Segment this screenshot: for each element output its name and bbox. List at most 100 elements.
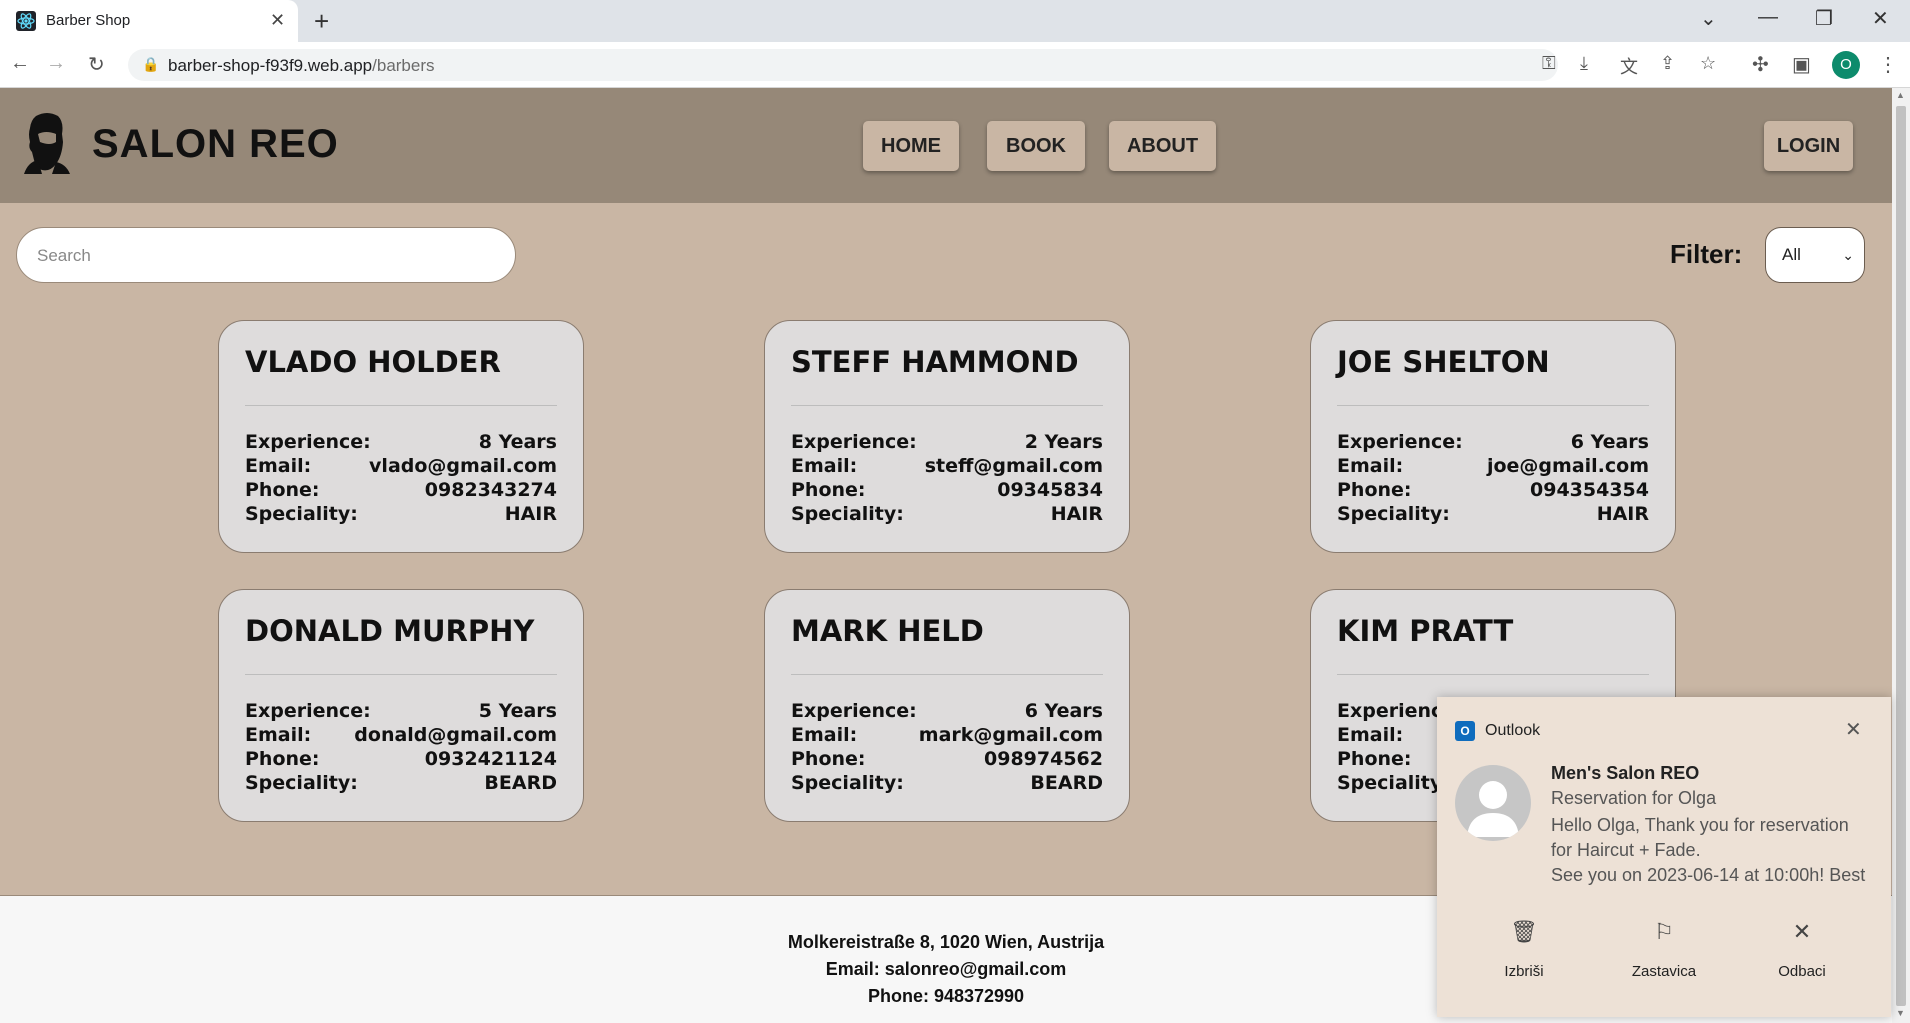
email-row: Email: donald@gmail.com (245, 724, 557, 748)
experience-row: Experience: 2 Years (791, 431, 1103, 455)
page-scrollbar[interactable]: ▲ ▼ (1892, 88, 1910, 1023)
phone-value: 0982343274 (424, 479, 557, 501)
side-panel-icon[interactable]: ▣ (1792, 52, 1811, 77)
chrome-menu-icon[interactable]: ⋮ (1878, 52, 1898, 77)
card-divider (791, 405, 1103, 406)
phone-label: Phone: (245, 479, 320, 501)
scroll-down-icon[interactable]: ▼ (1896, 1008, 1905, 1018)
speciality-row: Speciality: HAIR (1337, 503, 1649, 527)
barber-card[interactable]: STEFF HAMMOND Experience: 2 Years Email: s… (764, 320, 1130, 553)
phone-label: Phone: (1337, 748, 1412, 770)
nav-about-button[interactable]: ABOUT (1109, 121, 1216, 171)
email-value: mark@gmail.com (918, 724, 1103, 746)
password-key-icon[interactable]: ⚿ (1542, 53, 1556, 74)
tab-search-chevron-icon[interactable]: ⌄ (1700, 6, 1717, 31)
nav-book-button[interactable]: BOOK (987, 121, 1085, 171)
phone-row: Phone: 094354354 (1337, 479, 1649, 503)
experience-row: Experience: 6 Years (1337, 431, 1649, 455)
tab-close-icon[interactable]: ✕ (270, 10, 285, 31)
address-bar: ← → ↻ 🔒 barber-shop-f93f9.web.app/barber… (0, 42, 1910, 88)
notification-body: Hello Olga, Thank you for reservation fo… (1551, 813, 1887, 888)
dismiss-button[interactable]: ✕ Odbaci (1742, 919, 1862, 980)
minimize-icon[interactable]: — (1758, 6, 1778, 29)
speciality-label: Speciality: (1337, 772, 1450, 794)
experience-value: 8 Years (478, 431, 557, 453)
experience-label: Experience: (791, 431, 917, 453)
email-row: Email: vlado@gmail.com (245, 455, 557, 479)
barber-name: JOE SHELTON (1337, 345, 1550, 379)
barber-card[interactable]: VLADO HOLDER Experience: 8 Years Email: vl… (218, 320, 584, 553)
email-row: Email: joe@gmail.com (1337, 455, 1649, 479)
person-icon (1467, 781, 1519, 837)
phone-value: 094354354 (1530, 479, 1649, 501)
speciality-row: Speciality: HAIR (245, 503, 557, 527)
email-label: Email: (1337, 455, 1404, 477)
reload-icon[interactable]: ↻ (88, 52, 105, 77)
chevron-down-icon: ⌄ (1842, 247, 1854, 263)
delete-label: Izbriši (1504, 963, 1544, 980)
speciality-label: Speciality: (245, 772, 358, 794)
share-icon[interactable]: ⇪ (1660, 53, 1675, 74)
notification-body-line: Hello Olga, Thank you for reservation (1551, 815, 1849, 835)
experience-value: 5 Years (478, 700, 557, 722)
profile-avatar[interactable]: O (1832, 51, 1860, 79)
notification-close-icon[interactable]: ✕ (1845, 717, 1862, 742)
brand-name[interactable]: SALON REO (92, 122, 339, 167)
experience-row: Experience: 5 Years (245, 700, 557, 724)
nav-home-button[interactable]: HOME (863, 121, 959, 171)
login-button[interactable]: LOGIN (1764, 121, 1853, 171)
restore-icon[interactable]: ❐ (1815, 6, 1833, 31)
bearded-man-logo-icon[interactable] (22, 112, 72, 174)
notification-body-line: See you on 2023-06-14 at 10:00h! Best (1551, 865, 1866, 885)
phone-label: Phone: (245, 748, 320, 770)
barber-card[interactable]: DONALD MURPHY Experience: 5 Years Email: d… (218, 589, 584, 822)
outlook-notification[interactable]: O Outlook ✕ Men's Salon REO Reservation … (1437, 697, 1891, 1017)
filter-label: Filter: (1670, 239, 1743, 269)
close-icon: ✕ (1792, 919, 1812, 944)
speciality-value: HAIR (504, 503, 557, 525)
phone-row: Phone: 0932421124 (245, 748, 557, 772)
filter-select[interactable]: All ⌄ (1765, 227, 1865, 283)
email-label: Email: (245, 724, 312, 746)
forward-icon[interactable]: → (46, 52, 66, 75)
speciality-label: Speciality: (791, 503, 904, 525)
speciality-value: BEARD (1030, 772, 1103, 794)
barber-card[interactable]: MARK HELD Experience: 6 Years Email: mark@… (764, 589, 1130, 822)
phone-row: Phone: 098974562 (791, 748, 1103, 772)
phone-label: Phone: (791, 479, 866, 501)
url-field[interactable]: 🔒 barber-shop-f93f9.web.app/barbers ⚿ ⤓ … (128, 49, 1716, 81)
speciality-label: Speciality: (1337, 503, 1450, 525)
phone-row: Phone: 09345834 (791, 479, 1103, 503)
lock-icon: 🔒 (142, 56, 160, 72)
phone-value: 0932421124 (424, 748, 557, 770)
delete-button[interactable]: 🗑 Izbriši (1464, 919, 1584, 980)
search-input[interactable]: Search (16, 227, 516, 283)
translate-icon[interactable]: 文 (1620, 53, 1638, 79)
browser-tab[interactable]: Barber Shop ✕ (0, 0, 298, 42)
email-label: Email: (245, 455, 312, 477)
window-close-icon[interactable]: ✕ (1872, 6, 1889, 31)
barber-name: VLADO HOLDER (245, 345, 501, 379)
tab-title: Barber Shop (46, 12, 131, 29)
notification-sender: Men's Salon REO (1551, 763, 1700, 783)
email-value: joe@gmail.com (1486, 455, 1649, 477)
email-value: donald@gmail.com (354, 724, 557, 746)
trash-icon: 🗑 (1510, 919, 1538, 944)
email-label: Email: (1337, 724, 1404, 746)
flag-button[interactable]: ⚐ Zastavica (1604, 919, 1724, 980)
barber-card[interactable]: JOE SHELTON Experience: 6 Years Email: joe… (1310, 320, 1676, 553)
install-app-icon[interactable]: ⤓ (1580, 53, 1588, 74)
speciality-label: Speciality: (791, 772, 904, 794)
dismiss-label: Odbaci (1778, 963, 1826, 980)
bookmark-star-icon[interactable]: ☆ (1700, 53, 1716, 74)
email-label: Email: (791, 724, 858, 746)
extensions-icon[interactable]: ✣ (1752, 52, 1769, 77)
phone-row: Phone: 0982343274 (245, 479, 557, 503)
react-favicon-icon (16, 11, 36, 31)
email-row: Email: mark@gmail.com (791, 724, 1103, 748)
experience-value: 6 Years (1024, 700, 1103, 722)
back-icon[interactable]: ← (10, 52, 30, 75)
scroll-up-icon[interactable]: ▲ (1896, 90, 1905, 100)
scrollbar-thumb[interactable] (1896, 106, 1906, 1006)
new-tab-icon[interactable]: + (314, 6, 329, 37)
